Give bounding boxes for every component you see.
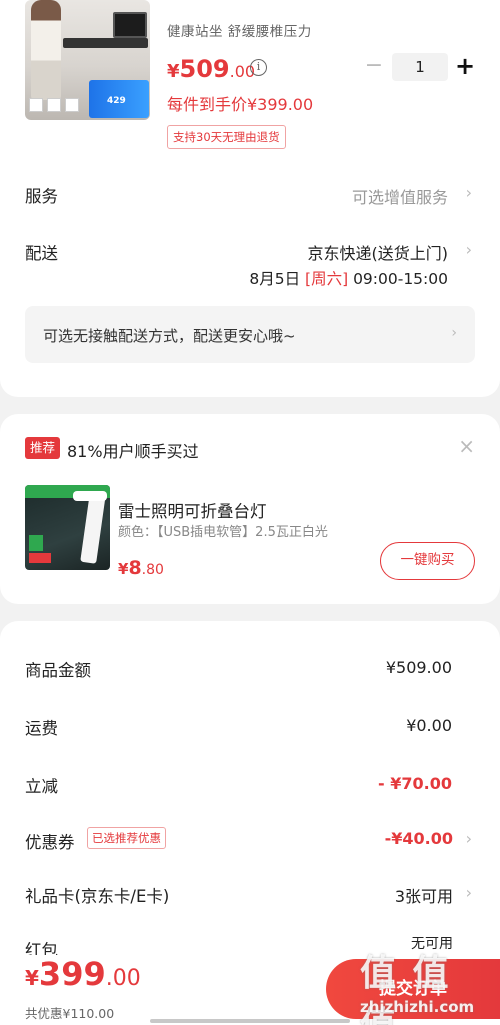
per-item-price: 每件到手价¥399.00 bbox=[167, 95, 314, 114]
recommend-item-price: ¥8.80 bbox=[118, 557, 164, 579]
delivery-date-day: 8月5日 bbox=[249, 270, 301, 288]
redpacket-value[interactable]: 无可用 bbox=[411, 933, 453, 953]
product-image-tile bbox=[29, 98, 43, 112]
coupon-chevron-icon[interactable]: › bbox=[466, 829, 472, 848]
discount-label: 立减 bbox=[25, 777, 58, 796]
lamp-image-arm bbox=[80, 492, 106, 564]
price-integer: 509 bbox=[179, 55, 230, 83]
total-saving[interactable]: 共优惠¥110.00 bbox=[25, 1003, 114, 1022]
home-indicator bbox=[150, 1019, 350, 1023]
service-chevron-icon[interactable]: › bbox=[466, 183, 472, 202]
hint-chevron-icon: › bbox=[451, 325, 457, 341]
goods-amount-label: 商品金额 bbox=[25, 661, 91, 680]
recommend-badge: 推荐 bbox=[25, 437, 61, 459]
total-integer: 399 bbox=[38, 955, 106, 993]
coupon-value[interactable]: -¥40.00 bbox=[385, 829, 453, 848]
delivery-weekday: [周六] bbox=[305, 270, 349, 288]
total-decimal: .00 bbox=[105, 966, 141, 991]
lamp-image-tag bbox=[29, 553, 51, 563]
quantity-plus-button[interactable]: + bbox=[452, 52, 478, 80]
service-value[interactable]: 可选增值服务 bbox=[352, 184, 448, 208]
freight-label: 运费 bbox=[25, 719, 58, 738]
lamp-image-head bbox=[73, 491, 107, 501]
one-click-buy-button[interactable]: 一键购买 bbox=[380, 542, 475, 580]
hint-text: 可选无接触配送方式，配送更安心哦~ bbox=[43, 327, 296, 345]
giftcard-value[interactable]: 3张可用 bbox=[395, 883, 453, 907]
submit-order-button[interactable]: 提交订单 bbox=[326, 959, 500, 1019]
product-image-monitor bbox=[113, 12, 147, 38]
contactless-delivery-hint[interactable]: 可选无接触配送方式，配送更安心哦~ › bbox=[25, 306, 475, 363]
giftcard-label: 礼品卡(京东卡/E卡) bbox=[25, 887, 170, 906]
price-integer: 8 bbox=[128, 557, 142, 579]
product-price: ¥509.00 bbox=[167, 55, 255, 83]
price-symbol: ¥ bbox=[25, 966, 39, 990]
quantity-input[interactable]: 1 bbox=[392, 53, 448, 81]
lamp-image[interactable] bbox=[25, 485, 110, 570]
return-policy-badge: 支持30天无理由退货 bbox=[167, 125, 286, 149]
recommend-title: 81%用户顺手买过 bbox=[67, 442, 199, 461]
product-subtitle: 健康站坐 舒缓腰椎压力 bbox=[167, 24, 312, 40]
delivery-date[interactable]: 8月5日 [周六] 09:00-15:00 bbox=[249, 267, 448, 289]
delivery-time: 09:00-15:00 bbox=[353, 270, 448, 288]
delivery-method[interactable]: 京东快递(送货上门) bbox=[308, 240, 449, 264]
giftcard-chevron-icon[interactable]: › bbox=[466, 883, 472, 902]
delivery-chevron-icon[interactable]: › bbox=[466, 240, 472, 259]
price-decimal: .80 bbox=[141, 562, 164, 578]
coupon-selected-badge: 已选推荐优惠 bbox=[87, 827, 166, 849]
quantity-minus-button[interactable]: − bbox=[362, 54, 386, 80]
lamp-image-badge bbox=[29, 535, 43, 551]
checkout-bar: ¥399.00 共优惠¥110.00 提交订单 bbox=[0, 955, 500, 1025]
product-image[interactable]: 429 bbox=[25, 0, 150, 120]
freight-value: ¥0.00 bbox=[406, 716, 452, 735]
product-image-person bbox=[31, 0, 61, 100]
discount-value: - ¥70.00 bbox=[378, 774, 452, 793]
close-icon[interactable]: × bbox=[458, 434, 475, 458]
product-image-promo-number: 429 bbox=[107, 96, 126, 106]
recommend-card: 推荐 81%用户顺手买过 × 雷士照明可折叠台灯 颜色：【USB插电软管】2.5… bbox=[0, 414, 500, 604]
service-label: 服务 bbox=[25, 187, 58, 206]
product-image-tile bbox=[65, 98, 79, 112]
total-price: ¥399.00 bbox=[25, 955, 141, 993]
price-symbol: ¥ bbox=[118, 560, 129, 578]
goods-amount-value: ¥509.00 bbox=[385, 658, 452, 677]
recommend-item-name[interactable]: 雷士照明可折叠台灯 bbox=[118, 498, 267, 522]
delivery-label: 配送 bbox=[25, 244, 58, 263]
product-image-desk bbox=[63, 38, 148, 48]
info-icon[interactable]: i bbox=[250, 59, 267, 76]
recommend-item-spec: 颜色：【USB插电软管】2.5瓦正白光 bbox=[118, 525, 328, 540]
coupon-label: 优惠券 bbox=[25, 833, 75, 852]
product-image-tile bbox=[47, 98, 61, 112]
price-symbol: ¥ bbox=[167, 61, 180, 82]
order-card: 429 健康站坐 舒缓腰椎压力 ¥509.00 i − 1 + 每件到手价¥39… bbox=[0, 0, 500, 397]
